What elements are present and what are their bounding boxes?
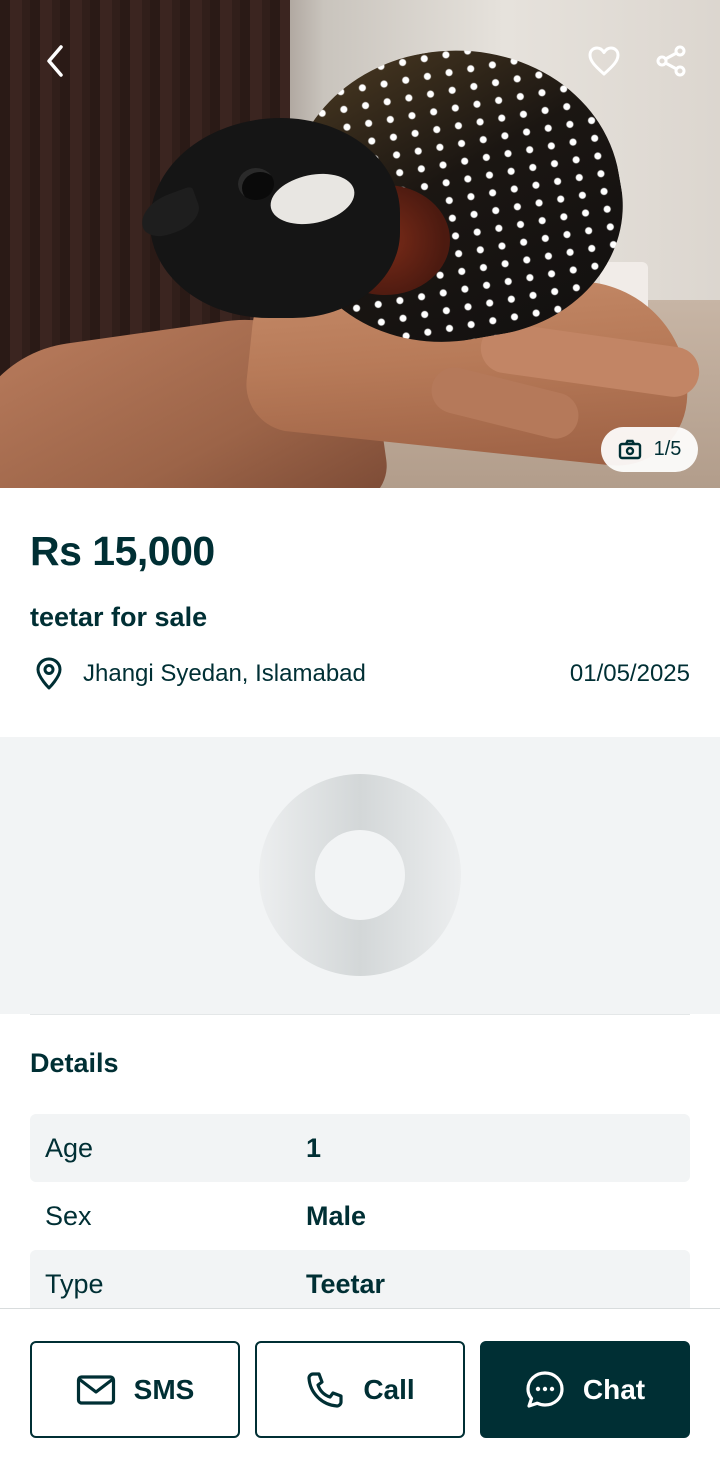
chat-button[interactable]: Chat [480, 1341, 690, 1438]
favorite-button[interactable] [576, 33, 632, 89]
loading-spinner [259, 774, 461, 976]
location-pin-icon [30, 655, 68, 693]
back-button[interactable] [28, 33, 84, 89]
call-button[interactable]: Call [255, 1341, 465, 1438]
detail-value: Male [306, 1200, 367, 1231]
listing-photo[interactable]: 1/5 [0, 0, 720, 488]
chat-button-label: Chat [582, 1373, 646, 1405]
detail-row-sex: Sex Male [30, 1182, 690, 1250]
detail-key: Sex [45, 1200, 92, 1231]
location-row: Jhangi Syedan, Islamabad 01/05/2025 [30, 652, 690, 696]
section-divider [30, 1014, 690, 1015]
detail-key: Age [45, 1132, 94, 1163]
listing-price: Rs 15,000 [30, 528, 215, 574]
heart-icon [588, 46, 620, 76]
detail-row-age: Age 1 [30, 1114, 690, 1182]
mail-icon [76, 1374, 115, 1405]
back-arrow-icon [47, 45, 63, 77]
listing-date: 01/05/2025 [569, 660, 690, 687]
share-button[interactable] [643, 33, 699, 89]
phone-icon [307, 1371, 343, 1408]
photo-counter-text: 1/5 [653, 438, 682, 460]
sms-button-label: SMS [133, 1373, 195, 1405]
photo-bird-eye [238, 168, 274, 200]
detail-value: Teetar [306, 1268, 386, 1299]
map-placeholder[interactable] [0, 737, 720, 1014]
detail-key: Type [45, 1268, 104, 1299]
sms-button[interactable]: SMS [30, 1341, 240, 1438]
share-icon [656, 45, 686, 77]
detail-value: 1 [306, 1132, 322, 1163]
chat-bubble-icon [526, 1370, 564, 1408]
listing-title: teetar for sale [30, 602, 208, 632]
camera-icon [618, 439, 641, 459]
bottom-action-bar: SMS Call Chat [0, 1308, 720, 1467]
listing-location: Jhangi Syedan, Islamabad [83, 660, 366, 687]
photo-counter[interactable]: 1/5 [601, 427, 698, 472]
details-heading: Details [30, 1048, 119, 1078]
call-button-label: Call [363, 1373, 415, 1405]
